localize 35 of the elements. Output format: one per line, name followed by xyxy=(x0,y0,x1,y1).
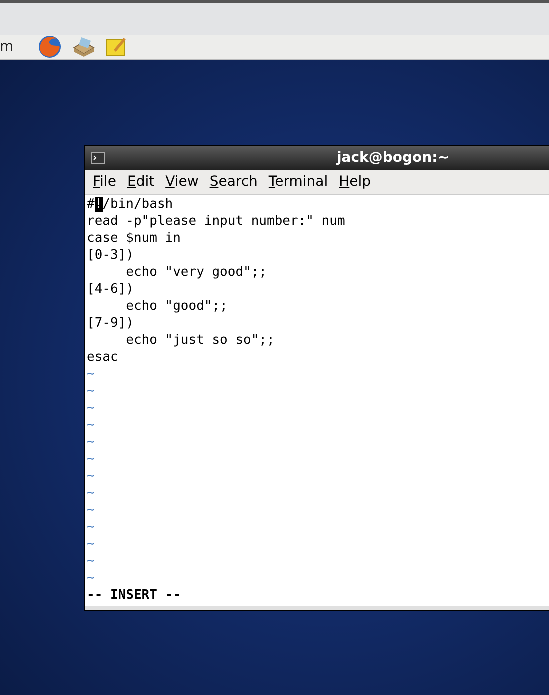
mode-indicator: -- INSERT -- xyxy=(87,587,181,604)
panel-label: m xyxy=(0,38,14,56)
terminal-icon xyxy=(91,152,105,164)
empty-line-tilde: ~ xyxy=(87,400,95,417)
menu-item[interactable]: Search xyxy=(204,172,263,192)
browser-icon[interactable] xyxy=(38,35,62,59)
empty-line-tilde: ~ xyxy=(87,451,95,468)
menu-item[interactable]: Help xyxy=(334,172,376,192)
code-line: read -p"please input number:" num xyxy=(87,213,346,230)
code-line: echo "good";; xyxy=(125,298,229,315)
empty-line-tilde: ~ xyxy=(87,502,95,519)
code-line: case $num in xyxy=(87,230,182,247)
empty-line-tilde: ~ xyxy=(87,383,95,400)
code-line: [0-3]) xyxy=(87,247,135,264)
empty-line-tilde: ~ xyxy=(87,366,95,383)
menu-item[interactable]: View xyxy=(160,172,204,192)
code-line: esac xyxy=(87,349,120,366)
empty-line-tilde: ~ xyxy=(87,417,95,434)
empty-line-tilde: ~ xyxy=(87,434,95,451)
menu-item[interactable]: Terminal xyxy=(264,172,334,192)
window-title: jack@bogon:~ xyxy=(337,148,450,168)
menu-item[interactable]: Edit xyxy=(122,172,160,192)
code-line: echo "very good";; xyxy=(125,264,268,281)
empty-line-tilde: ~ xyxy=(87,536,95,553)
empty-line-tilde: ~ xyxy=(87,468,95,485)
code-line: #!/bin/bash xyxy=(87,196,174,213)
empty-line-tilde: ~ xyxy=(87,570,95,587)
code-line: [7-9]) xyxy=(87,315,135,332)
notepad-icon[interactable] xyxy=(106,36,128,58)
empty-line-tilde: ~ xyxy=(87,553,95,570)
code-line: echo "just so so";; xyxy=(125,332,276,349)
empty-line-tilde: ~ xyxy=(87,485,95,502)
code-line: [4-6]) xyxy=(87,281,135,298)
empty-line-tilde: ~ xyxy=(87,519,95,536)
menu-item[interactable]: File xyxy=(88,172,122,192)
